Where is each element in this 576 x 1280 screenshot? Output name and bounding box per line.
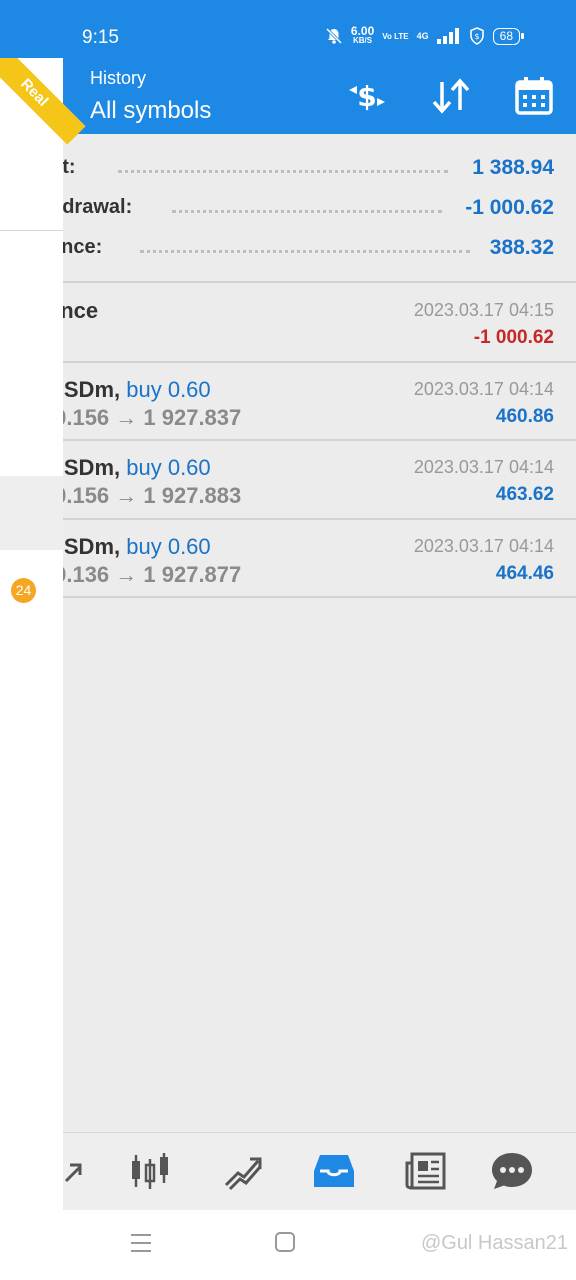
nav-chat[interactable] [486,1147,538,1195]
summary-profit-row: fit: 1 388.94 [0,148,576,188]
deal-amount: 463.62 [495,484,554,505]
status-time: 9:15 [82,27,119,48]
deal-date: 2023.03.17 04:15 [413,300,554,320]
system-navigation: @Gul Hassan21 [0,1210,576,1280]
deal-prices: .0.136 → 1 927.877 [48,562,242,587]
deal-row[interactable]: USDm, buy 0.60 .0.156 → 1 927.883 2023.0… [0,441,576,519]
deal-date: 2023.03.17 04:14 [413,457,554,477]
notification-badge: 24 [11,578,36,603]
drawer-divider [0,230,63,231]
mute-bell-icon [325,27,342,45]
deal-row-balance[interactable]: ance 2023.03.17 04:15 -1 000.62 [0,284,576,362]
shield-icon: $ [469,27,484,45]
deal-prices: .0.156 → 1 927.883 [48,483,242,508]
dotted-leader [118,170,448,174]
deal-amount: 464.46 [495,563,554,584]
deal-row[interactable]: USDm, buy 0.60 .0.136 → 1 927.877 2023.0… [0,520,576,598]
divider [0,281,576,283]
deal-amount: 460.86 [495,406,554,427]
net-speed: 6.00 KB/S [350,24,375,45]
real-ribbon-label: Real [0,58,86,145]
watermark: @Gul Hassan21 [420,1232,568,1254]
nav-history[interactable] [308,1147,360,1195]
deal-side: buy 0.60 [126,455,211,480]
side-drawer[interactable]: 24 [0,58,63,1210]
history-icon [314,1155,354,1187]
dotted-leader [172,210,442,214]
network-type: 4G [416,31,429,41]
deal-symbol: USDm, buy 0.60 [48,377,211,402]
divider [0,596,576,598]
home-icon[interactable] [275,1232,295,1252]
summary-value: -1 000.62 [465,196,554,219]
deal-amount: -1 000.62 [473,327,554,348]
nav-news[interactable] [400,1147,452,1195]
deal-symbol: USDm, buy 0.60 [48,534,211,559]
summary-withdrawal-row: ndrawal: -1 000.62 [0,188,576,228]
summary-balance-row: ance: 388.32 [0,228,576,268]
header-subtitle: History [90,68,147,88]
status-bar: 9:15 6.00 KB/S Vo LTE 4G $ 68 [0,0,576,58]
summary-value: 388.32 [489,236,554,259]
dollar-exchange-icon: $ [349,80,385,113]
deal-symbol: USDm, buy 0.60 [48,455,211,480]
history-list: fit: 1 388.94 ndrawal: -1 000.62 ance: 3… [0,134,576,1132]
sort-button[interactable] [427,72,475,120]
svg-text:$: $ [357,80,376,113]
bottom-navigation [0,1132,576,1210]
svg-text:$: $ [474,32,479,41]
deal-side: buy 0.60 [126,534,211,559]
deal-side: buy 0.60 [126,377,211,402]
drawer-selected-item[interactable] [0,476,63,550]
trade-icon [224,1157,262,1191]
calendar-button[interactable] [510,72,558,120]
sort-arrows-icon [432,78,470,114]
signal-icon [436,28,459,44]
chart-icon [132,1153,168,1189]
chat-icon [492,1153,532,1189]
nav-chart[interactable] [124,1147,176,1195]
status-icons: 6.00 KB/S Vo LTE 4G $ 68 [325,24,525,46]
news-icon [405,1152,446,1190]
deal-prices: .0.156 → 1 927.837 [48,405,242,430]
header-title[interactable]: All symbols [90,97,211,125]
deal-date: 2023.03.17 04:14 [413,379,554,399]
deal-date: 2023.03.17 04:14 [413,536,554,556]
menu-icon[interactable] [130,1232,152,1254]
dotted-leader [140,250,470,254]
deal-row[interactable]: USDm, buy 0.60 .0.156 → 1 927.837 2023.0… [0,363,576,441]
volte-label: Vo LTE [382,31,409,41]
summary-value: 1 388.94 [472,156,554,179]
calendar-icon [515,77,553,115]
battery-indicator: 68 [492,27,525,45]
nav-trade[interactable] [216,1147,268,1195]
deposit-withdraw-button[interactable]: $ [343,72,391,120]
account-type-ribbon: Real [0,58,90,148]
